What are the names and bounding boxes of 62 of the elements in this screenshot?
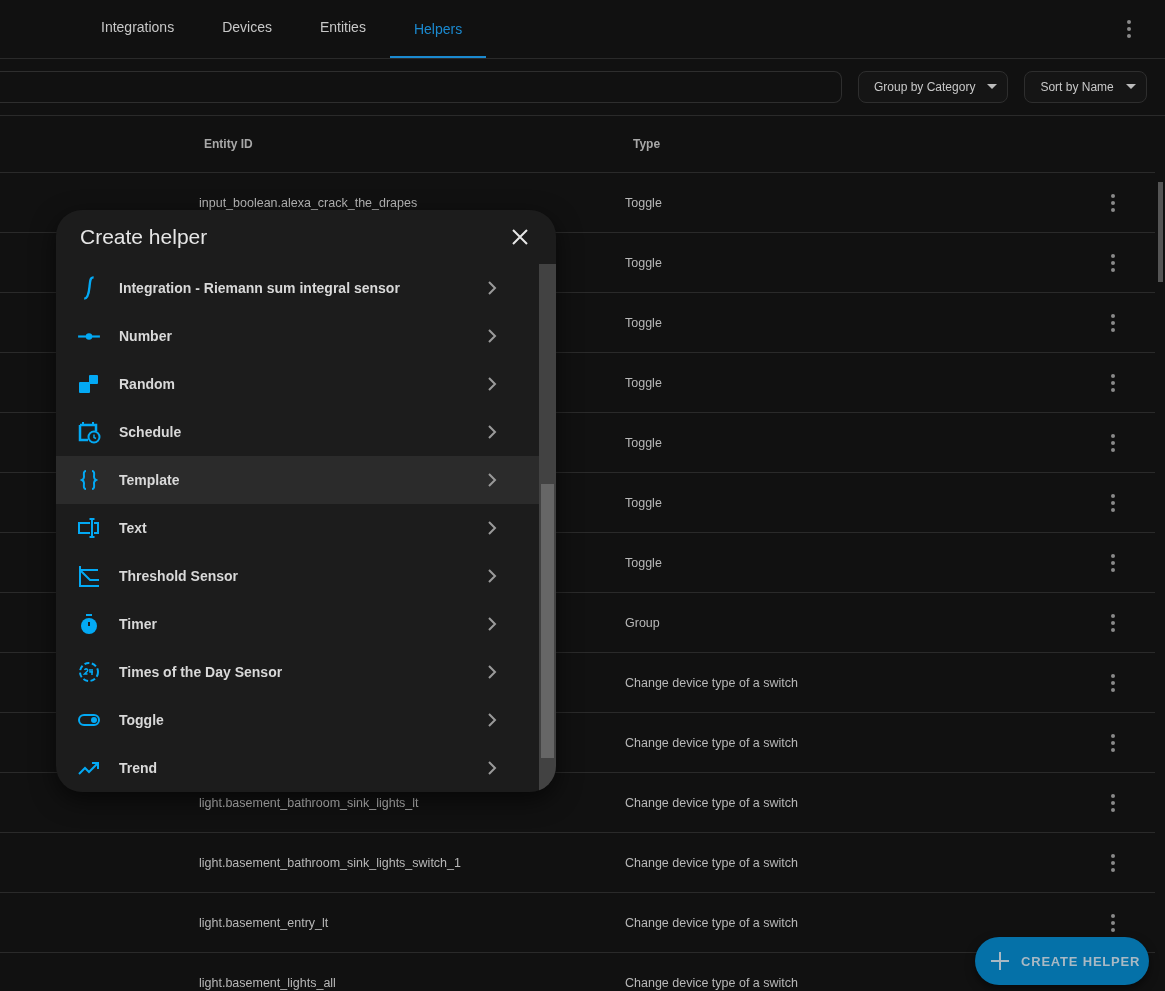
chevron-icon: [485, 521, 499, 535]
slider-icon: [77, 331, 101, 341]
dice-icon: [77, 372, 101, 396]
chevron-icon: [485, 425, 499, 439]
threshold-chart-icon: [77, 564, 101, 588]
clock-24-icon: [77, 660, 101, 684]
table-cell: Change device type of a switch: [625, 735, 799, 750]
chevron-icon: [485, 281, 499, 295]
calendar-clock-icon: [77, 420, 101, 444]
table-cell: Change device type of a switch: [625, 975, 799, 990]
table-cell: Toggle: [625, 495, 662, 510]
table-cell: Change device type of a switch: [625, 855, 799, 870]
column-header[interactable]: Entity ID: [204, 137, 633, 151]
helper-list-item[interactable]: Trend: [56, 744, 539, 792]
search-field[interactable]: [0, 71, 842, 103]
helper-list-item[interactable]: Times of the Day Sensor: [56, 648, 539, 696]
column-header[interactable]: Type: [633, 137, 661, 151]
table-cell: Toggle: [625, 195, 662, 210]
table-cell: light.basement_lights_all: [199, 975, 336, 990]
table-cell: Change device type of a switch: [625, 675, 799, 690]
chevron-icon: [485, 617, 499, 631]
chevron-icon: [485, 329, 499, 343]
table-cell: Change device type of a switch: [625, 795, 799, 810]
table-cell: light.basement_bathroom_sink_lights_switch_1: [199, 855, 461, 870]
table-cell: Toggle: [625, 255, 662, 270]
tab[interactable]: Integrations: [77, 0, 199, 58]
tab[interactable]: Devices: [198, 0, 296, 58]
sort-by-dropdown[interactable]: Sort by Name: [1024, 71, 1147, 103]
dialog-title: Create helper: [80, 225, 208, 249]
text-cursor-icon: [77, 516, 101, 540]
chevron-icon: [485, 377, 499, 391]
chevron-icon: [485, 665, 499, 679]
table-cell: light.basement_bathroom_sink_lights_lt: [199, 795, 419, 810]
helper-list-item[interactable]: Toggle: [56, 696, 539, 744]
table-cell: light.basement_entry_lt: [199, 915, 329, 930]
table-cell: Toggle: [625, 555, 662, 570]
chevron-icon: [485, 713, 499, 727]
chevron-icon: [485, 569, 499, 583]
helper-list-item[interactable]: Text: [56, 504, 539, 552]
helper-list-item[interactable]: Timer: [56, 600, 539, 648]
table-cell: Toggle: [625, 375, 662, 390]
plus-icon: [991, 952, 1009, 970]
helper-list-item[interactable]: Random: [56, 360, 539, 408]
caret-icon: [1125, 84, 1136, 90]
chevron-icon: [485, 761, 499, 775]
table-cell: Toggle: [625, 315, 662, 330]
group-by-dropdown[interactable]: Group by Category: [858, 71, 1009, 103]
tab[interactable]: Helpers: [389, 0, 487, 58]
table-cell: Group: [625, 615, 660, 630]
table-cell: Toggle: [625, 435, 662, 450]
helper-list-item[interactable]: Schedule: [56, 408, 539, 456]
tab[interactable]: Entities: [295, 0, 390, 58]
helper-list-item[interactable]: Threshold Sensor: [56, 552, 539, 600]
helper-list-item[interactable]: Template: [56, 456, 539, 504]
table-cell: Change device type of a switch: [625, 915, 799, 930]
helper-list-item[interactable]: Integration - Riemann sum integral sensor: [56, 264, 539, 312]
caret-icon: [987, 84, 998, 90]
helper-list-item[interactable]: Number: [56, 312, 539, 360]
table-cell: input_boolean.alexa_crack_the_drapes: [199, 195, 418, 210]
integral-icon: [82, 276, 96, 300]
scrollbar[interactable]: [539, 264, 556, 792]
chevron-icon: [485, 473, 499, 487]
